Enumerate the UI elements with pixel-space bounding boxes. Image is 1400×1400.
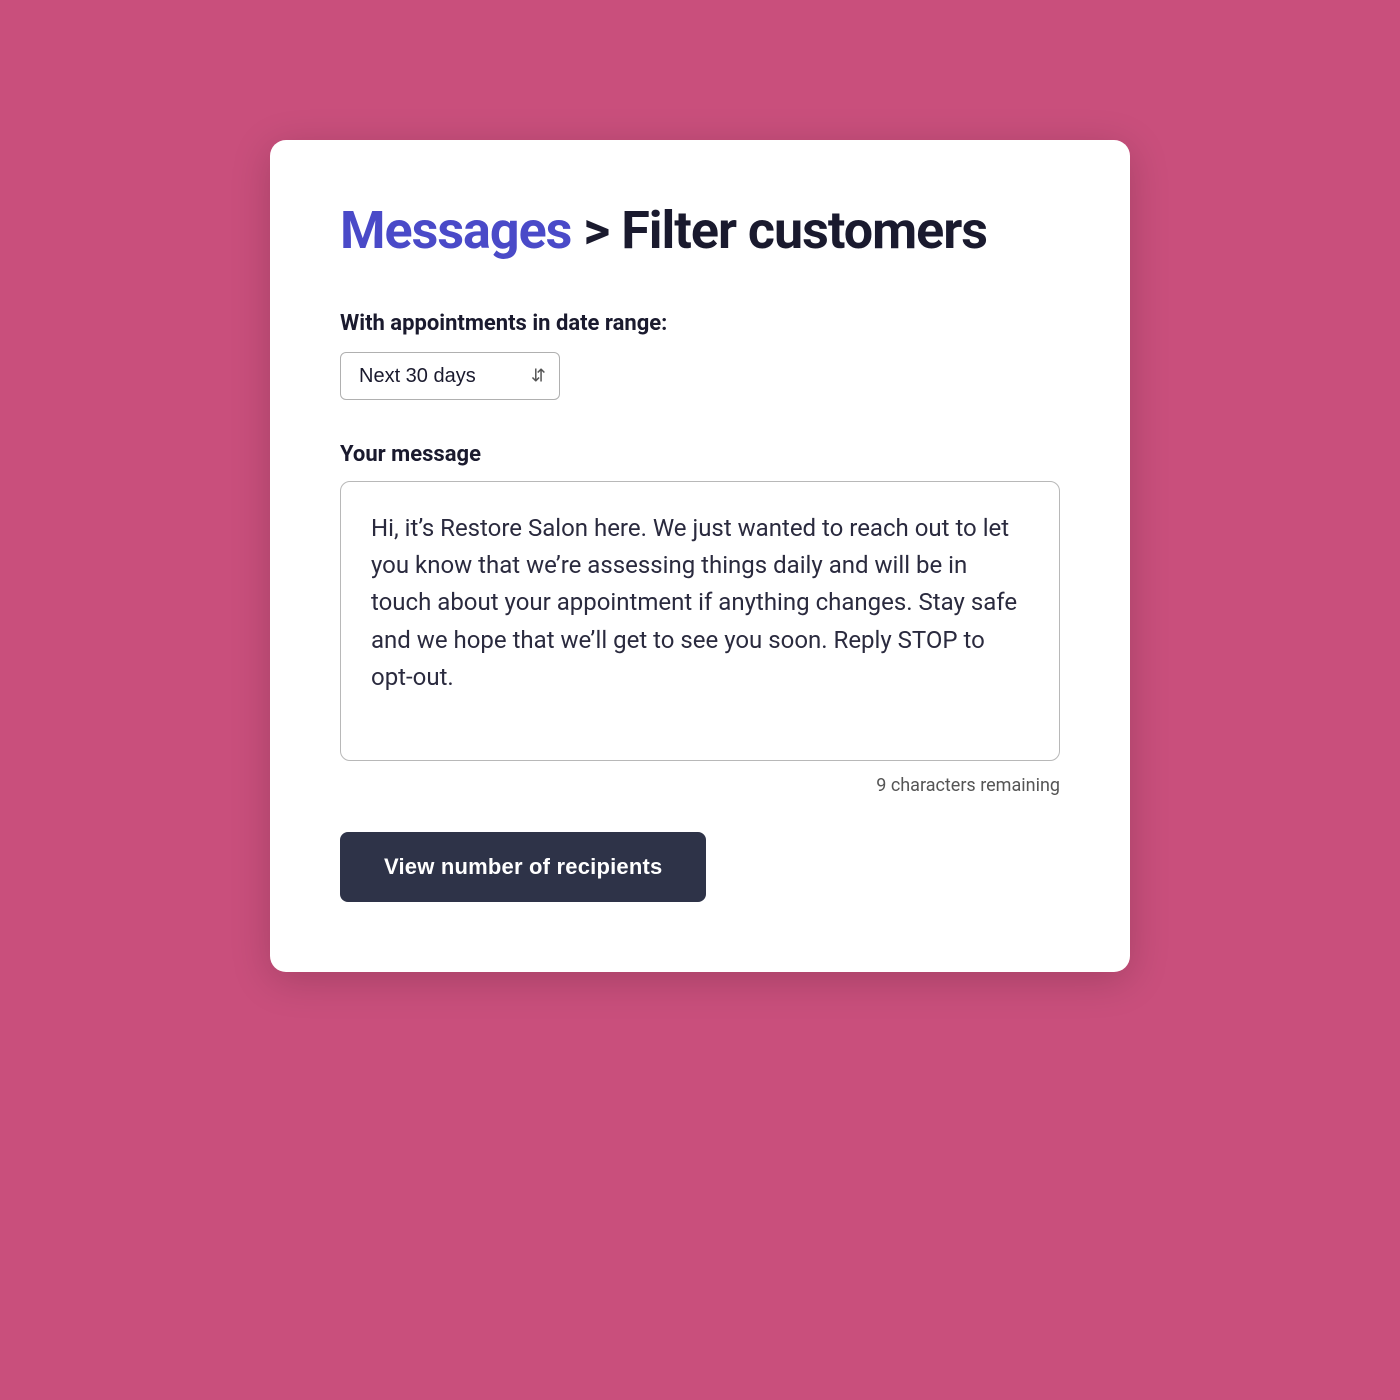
breadcrumb-separator: > <box>583 200 609 261</box>
view-recipients-button[interactable]: View number of recipients <box>340 832 706 902</box>
date-range-label: With appointments in date range: <box>340 311 1060 336</box>
page-background: Messages > Filter customers With appoint… <box>0 0 1400 1400</box>
breadcrumb-current: Filter customers <box>621 200 987 261</box>
message-textarea[interactable]: Hi, it’s Restore Salon here. We just wan… <box>340 481 1060 761</box>
main-card: Messages > Filter customers With appoint… <box>270 140 1130 972</box>
date-range-select[interactable]: Next 30 days Next 7 days Last 30 days La… <box>340 352 560 400</box>
date-range-select-wrapper: Next 30 days Next 7 days Last 30 days La… <box>340 352 560 400</box>
breadcrumb-messages: Messages <box>340 200 571 261</box>
chars-remaining: 9 characters remaining <box>340 775 1060 796</box>
breadcrumb: Messages > Filter customers <box>340 200 1060 261</box>
message-label: Your message <box>340 442 1060 467</box>
